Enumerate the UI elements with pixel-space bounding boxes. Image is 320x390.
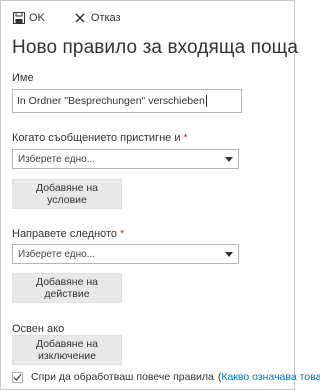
- add-action-button[interactable]: Добавяне на действие: [12, 273, 122, 303]
- stop-processing-label: Спри да обработваш повече правила: [31, 371, 214, 383]
- rule-name-value: In Ordner "Besprechungen" verschieben: [17, 95, 205, 107]
- new-inbox-rule-dialog: OK Отказ Ново правило за входяща поща Им…: [0, 0, 320, 390]
- cancel-label: Отказ: [90, 12, 121, 24]
- stop-processing-checkbox[interactable]: [12, 371, 23, 383]
- ok-label: OK: [29, 12, 45, 24]
- chevron-down-icon: [225, 252, 233, 257]
- save-icon: [12, 12, 25, 25]
- required-mark: *: [183, 132, 188, 144]
- add-condition-button[interactable]: Добавяне на условие: [12, 179, 122, 209]
- exception-label: Освен ако: [12, 323, 65, 335]
- stop-processing-row: Спри да обработваш повече правила (Какво…: [12, 371, 320, 383]
- name-label: Име: [12, 72, 34, 84]
- cancel-button[interactable]: Отказ: [74, 12, 121, 25]
- add-exception-button[interactable]: Добавяне на изключение: [12, 335, 122, 365]
- condition-label-text: Когато съобщението пристигне и: [12, 132, 181, 144]
- condition-select[interactable]: Изберете едно...: [12, 149, 239, 169]
- text-caret: [205, 95, 207, 107]
- close-icon: [74, 12, 87, 25]
- action-label-text: Направете следното: [12, 228, 118, 240]
- rule-name-input[interactable]: In Ordner "Besprechungen" verschieben: [12, 89, 242, 113]
- required-mark: *: [120, 228, 125, 240]
- ok-button[interactable]: OK: [12, 12, 45, 25]
- condition-label: Когато съобщението пристигне и *: [12, 132, 188, 144]
- action-label: Направете следното *: [12, 228, 124, 240]
- action-select[interactable]: Изберете едно...: [12, 244, 239, 264]
- condition-select-value: Изберете едно...: [18, 153, 96, 165]
- chevron-down-icon: [225, 157, 233, 162]
- action-select-value: Изберете едно...: [18, 248, 96, 260]
- what-does-this-mean-link[interactable]: Какво означава това?: [221, 371, 320, 383]
- page-title: Ново правило за входяща поща: [12, 37, 299, 58]
- toolbar: OK Отказ: [12, 9, 121, 27]
- checkmark-icon: [13, 373, 22, 381]
